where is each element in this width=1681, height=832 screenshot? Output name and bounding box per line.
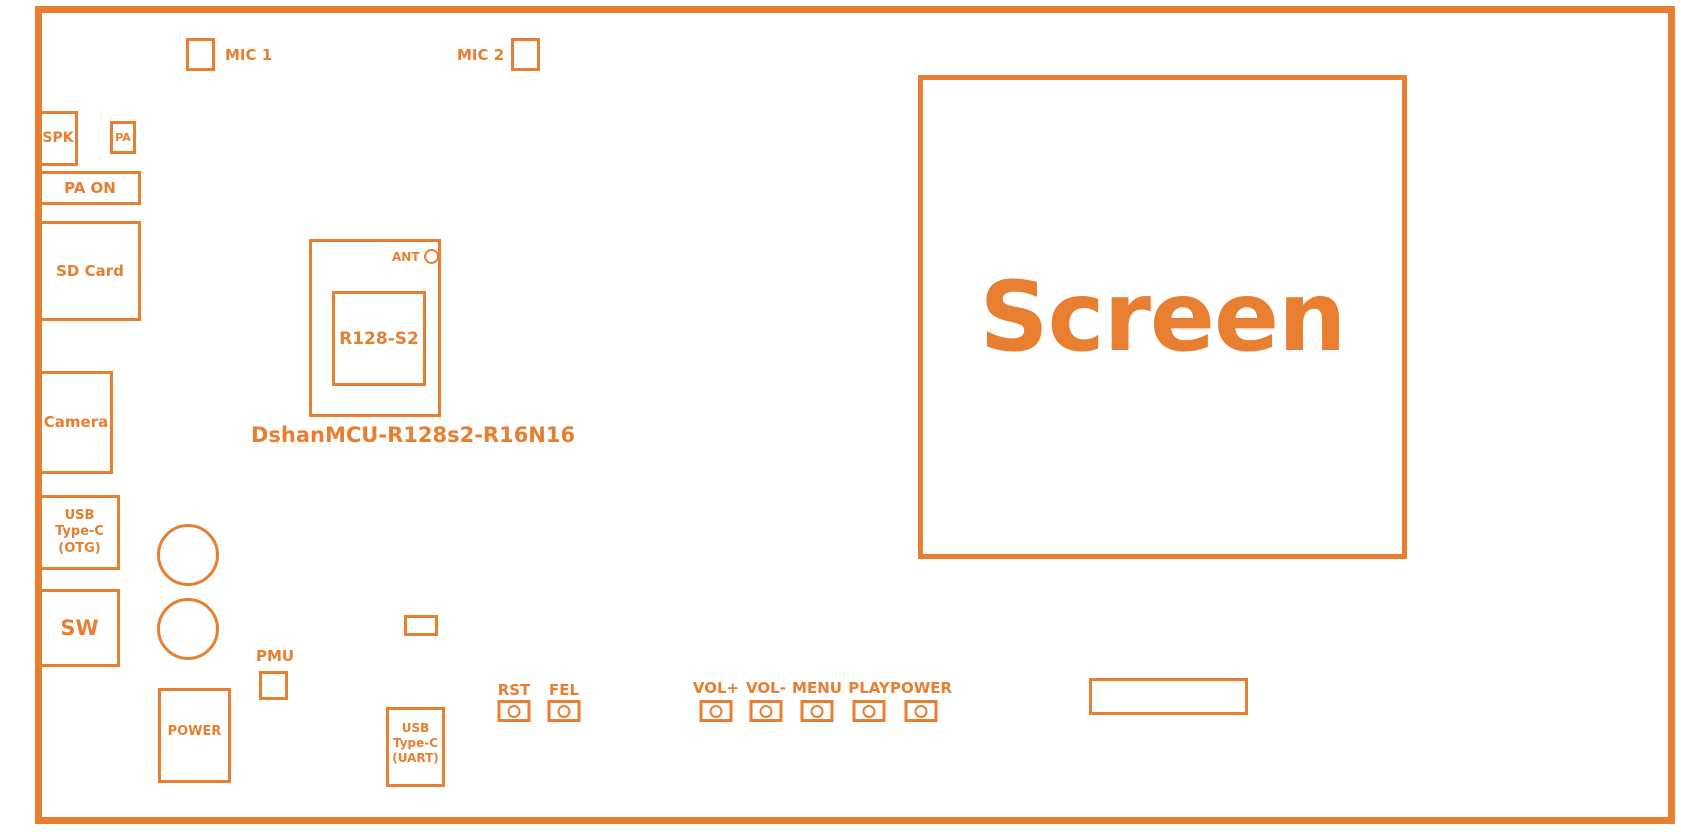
button-vol-up-dot-icon xyxy=(709,704,723,718)
component-usb-uart-label-line2: Type-C xyxy=(392,736,439,750)
module-r128s2-label: R128-S2 xyxy=(339,328,419,349)
component-mic1-label: MIC 1 xyxy=(225,46,273,64)
component-spk: SPK xyxy=(38,111,78,166)
component-pmu-label: PMU xyxy=(256,647,295,665)
button-menu-label: MENU xyxy=(792,679,842,697)
module-r128s2-outline: ANT R128-S2 xyxy=(309,239,441,417)
button-fel-dot-icon xyxy=(557,704,571,718)
component-pa-on-label: PA ON xyxy=(64,178,116,197)
pcb-layout-diagram: MIC 1 MIC 2 SPK PA PA ON SD Card Camera … xyxy=(0,0,1681,832)
button-play[interactable] xyxy=(852,700,886,722)
component-screen-label: Screen xyxy=(979,261,1347,373)
component-usb-otg-label-line1: USB xyxy=(64,508,95,524)
mounting-hole-upper xyxy=(157,524,219,586)
unlabeled-pad-right xyxy=(1089,678,1248,715)
component-mic1-pad xyxy=(186,38,215,71)
module-r128s2-die: R128-S2 xyxy=(332,291,426,386)
button-menu-dot-icon xyxy=(810,704,824,718)
component-usb-otg-label-line3: (OTG) xyxy=(58,540,101,556)
component-pa-label: PA xyxy=(115,130,131,144)
component-spk-label: SPK xyxy=(42,129,74,146)
component-usb-uart-label-line1: USB xyxy=(401,721,430,735)
component-camera: Camera xyxy=(39,371,113,474)
board-name-label: DshanMCU-R128s2-R16N16 xyxy=(251,423,576,447)
button-play-dot-icon xyxy=(862,704,876,718)
component-mic2-label: MIC 2 xyxy=(457,46,505,64)
button-play-label: PLAY xyxy=(848,679,890,697)
button-vol-down-dot-icon xyxy=(759,704,773,718)
component-usb-otg-label-line2: Type-C xyxy=(55,524,104,540)
component-usb-uart-label-line3: (UART) xyxy=(392,751,439,765)
button-vol-up[interactable] xyxy=(699,700,733,722)
antenna-label: ANT xyxy=(392,250,420,264)
component-sw-label: SW xyxy=(60,615,99,640)
button-rst-dot-icon xyxy=(507,704,521,718)
button-vol-down[interactable] xyxy=(749,700,783,722)
component-screen: Screen xyxy=(918,75,1407,559)
component-power-connector: POWER xyxy=(158,688,231,783)
button-fel[interactable] xyxy=(547,700,581,722)
button-menu[interactable] xyxy=(800,700,834,722)
component-sd-card-label: SD Card xyxy=(56,261,124,280)
component-pmu-pad xyxy=(259,671,288,700)
component-usb-type-c-otg: USB Type-C (OTG) xyxy=(39,495,120,570)
component-mic2-pad xyxy=(511,38,540,71)
button-fel-label: FEL xyxy=(548,681,580,699)
component-pa: PA xyxy=(110,121,136,154)
component-power-connector-label: POWER xyxy=(167,724,222,739)
unlabeled-pad-center xyxy=(404,615,438,636)
button-vol-up-label: VOL+ xyxy=(692,679,740,697)
button-power[interactable] xyxy=(904,700,938,722)
component-sw: SW xyxy=(39,589,120,667)
button-power-dot-icon xyxy=(914,704,928,718)
button-power-label: POWER xyxy=(889,679,953,697)
mounting-hole-lower xyxy=(157,598,219,660)
antenna-pad-icon xyxy=(424,249,439,264)
component-sd-card: SD Card xyxy=(39,221,141,321)
button-rst[interactable] xyxy=(497,700,531,722)
component-camera-label: Camera xyxy=(43,413,109,432)
component-usb-type-c-uart: USB Type-C (UART) xyxy=(386,707,445,787)
button-rst-label: RST xyxy=(497,681,531,699)
button-vol-down-label: VOL- xyxy=(746,679,786,697)
component-pa-on: PA ON xyxy=(39,171,141,205)
